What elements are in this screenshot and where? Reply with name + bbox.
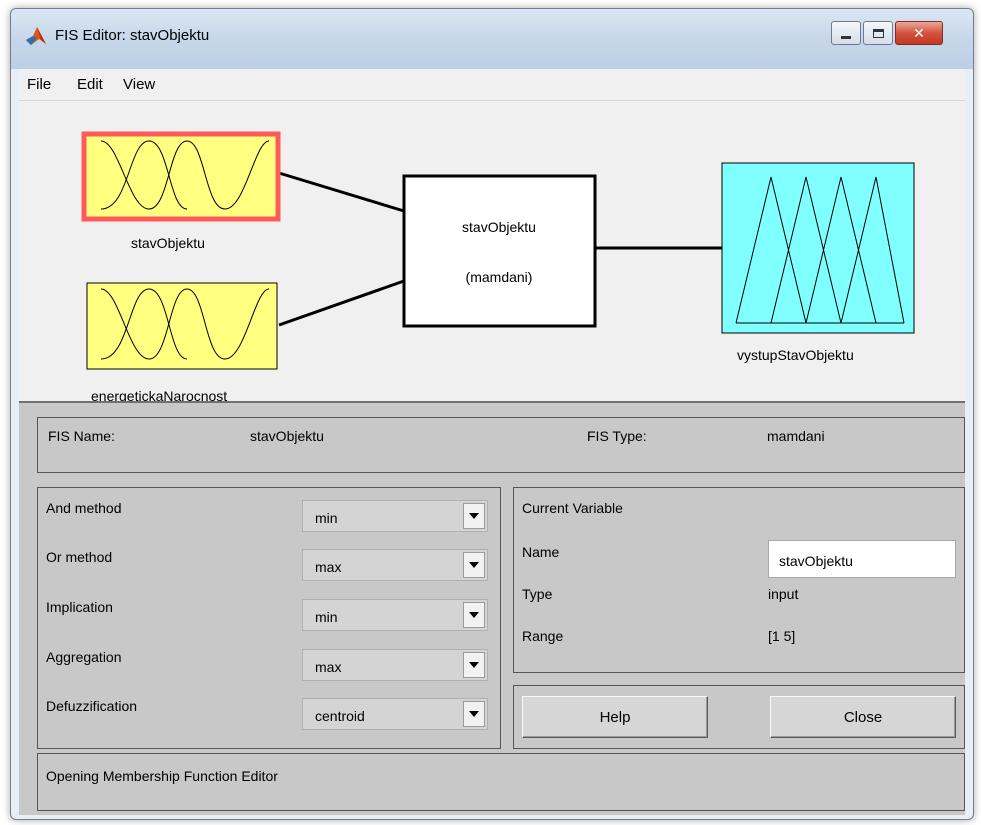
variable-name-input[interactable]: stavObjektu [768,540,956,578]
connection-line-input2 [278,279,405,327]
matlab-logo-icon [26,27,46,45]
client-area: stavObjektu energetickaNarocnost stavObj… [19,101,965,815]
fis-name-value: stavObjektu [250,428,324,444]
properties-panel: FIS Name: stavObjektu FIS Type: mamdani … [19,401,965,815]
defuzzification-value: centroid [315,708,365,724]
window-close-button[interactable]: ✕ [895,21,943,45]
chevron-down-icon[interactable] [463,701,485,727]
help-button[interactable]: Help [522,696,708,738]
fis-type-value: mamdani [767,428,825,444]
chevron-down-icon[interactable] [463,552,485,578]
input-variable-stavobjektu[interactable] [81,131,281,222]
menu-edit[interactable]: Edit [77,76,103,93]
variable-name-label: Name [522,544,560,560]
chevron-down-icon[interactable] [463,652,485,678]
variable-type-label: Type [522,586,553,602]
defuzzification-label: Defuzzification [46,698,138,714]
and-method-select[interactable]: min [302,500,488,532]
or-method-value: max [315,559,342,575]
fis-type-label: FIS Type: [587,428,647,444]
methods-frame: And method min Or method max Implication… [37,487,501,749]
status-message: Opening Membership Function Editor [46,768,278,784]
aggregation-label: Aggregation [46,649,122,665]
fis-system-box[interactable] [402,174,597,328]
close-icon: ✕ [913,24,925,41]
output-variable-vystupstavobjektu[interactable] [721,162,915,334]
variable-range-label: Range [522,628,564,644]
defuzzification-select[interactable]: centroid [302,698,488,730]
variable-type-value: input [768,586,799,602]
maximize-button[interactable] [863,21,893,45]
close-button[interactable]: Close [770,696,956,738]
aggregation-select[interactable]: max [302,649,488,681]
implication-value: min [315,609,338,625]
maximize-icon [872,28,884,38]
fis-info-frame: FIS Name: stavObjektu FIS Type: mamdani [37,417,965,473]
connection-line-input1 [278,171,405,213]
fis-diagram: stavObjektu energetickaNarocnost stavObj… [19,101,965,404]
variable-range-value: [1 5] [768,628,796,644]
title-bar[interactable]: FIS Editor: stavObjektu ✕ [11,9,973,69]
chevron-down-icon[interactable] [463,602,485,628]
buttons-frame: Help Close [513,685,965,749]
implication-select[interactable]: min [302,599,488,631]
current-variable-heading: Current Variable [522,500,623,516]
input1-label: stavObjektu [131,235,205,251]
system-name-label: stavObjektu [462,219,536,235]
implication-label: Implication [46,599,113,615]
minimize-icon [841,35,851,39]
and-method-value: min [315,510,338,526]
status-frame: Opening Membership Function Editor [37,753,965,811]
fis-editor-window: FIS Editor: stavObjektu ✕ File Edit View [10,8,974,820]
current-variable-frame: Current Variable Name stavObjektu Type i… [513,487,965,673]
menu-view[interactable]: View [123,76,155,93]
chevron-down-icon[interactable] [463,503,485,529]
menu-file[interactable]: File [27,76,51,93]
or-method-label: Or method [46,549,113,565]
or-method-select[interactable]: max [302,549,488,581]
minimize-button[interactable] [831,21,861,45]
menu-bar: File Edit View [19,69,965,101]
aggregation-value: max [315,659,342,675]
output-label: vystupStavObjektu [737,347,854,363]
input-variable-energetickanarocnost[interactable] [86,282,278,370]
and-method-label: And method [46,500,122,516]
fis-name-label: FIS Name: [48,428,115,444]
system-type-label: (mamdani) [465,269,533,285]
window-title: FIS Editor: stavObjektu [55,27,210,44]
